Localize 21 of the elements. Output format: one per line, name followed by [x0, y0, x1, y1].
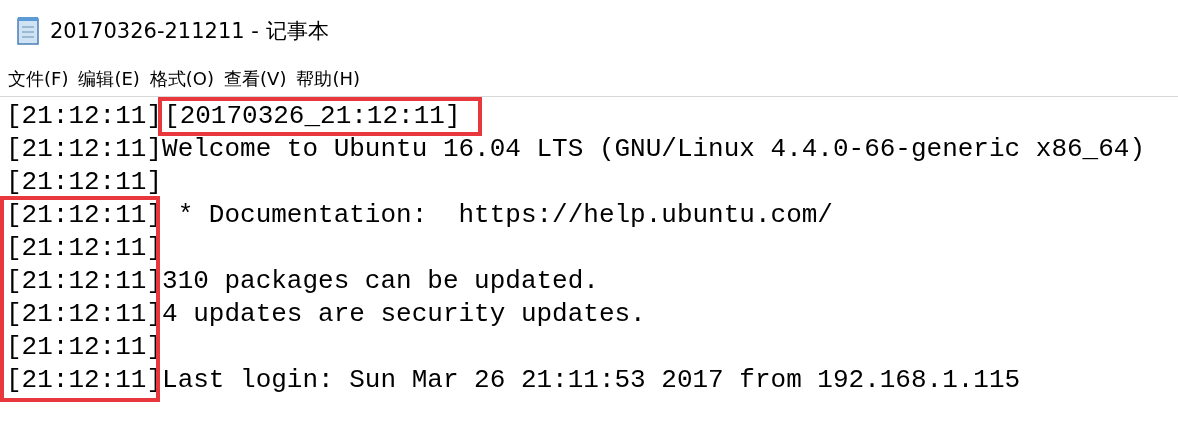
timestamp: [21:12:11]	[6, 100, 163, 133]
timestamp: [21:12:11]	[6, 232, 163, 265]
menu-item[interactable]: 文件(F)	[8, 67, 69, 91]
menu-item[interactable]: 帮助(H)	[296, 67, 360, 91]
log-text: 4 updates are security updates.	[162, 298, 646, 331]
log-text: 310 packages can be updated.	[162, 265, 599, 298]
log-text: Last login: Sun Mar 26 21:11:53 2017 from 192.168.1.115	[162, 364, 1021, 397]
menu-item[interactable]: 查看(V)	[224, 67, 287, 91]
timestamp: [21:12:11]	[6, 199, 163, 232]
timestamp: [21:12:11]	[6, 265, 163, 298]
timestamp: [21:12:11]	[6, 133, 163, 166]
menu-item[interactable]: 编辑(E)	[78, 67, 140, 91]
timestamp: [21:12:11]	[6, 331, 163, 364]
log-text: Welcome to Ubuntu 16.04 LTS (GNU/Linux 4.4.0-66-generic x86_64)	[162, 133, 1145, 166]
menu-item[interactable]: 格式(O)	[149, 67, 215, 91]
notepad-icon	[16, 16, 42, 46]
timestamp: [21:12:11]	[6, 298, 163, 331]
timestamp: [21:12:11]	[6, 364, 163, 397]
log-text: * Documentation: https://help.ubuntu.com/	[176, 199, 833, 232]
timestamp: [21:12:11]	[6, 166, 163, 199]
window-title: 20170326-211211 - 记事本	[50, 18, 329, 45]
